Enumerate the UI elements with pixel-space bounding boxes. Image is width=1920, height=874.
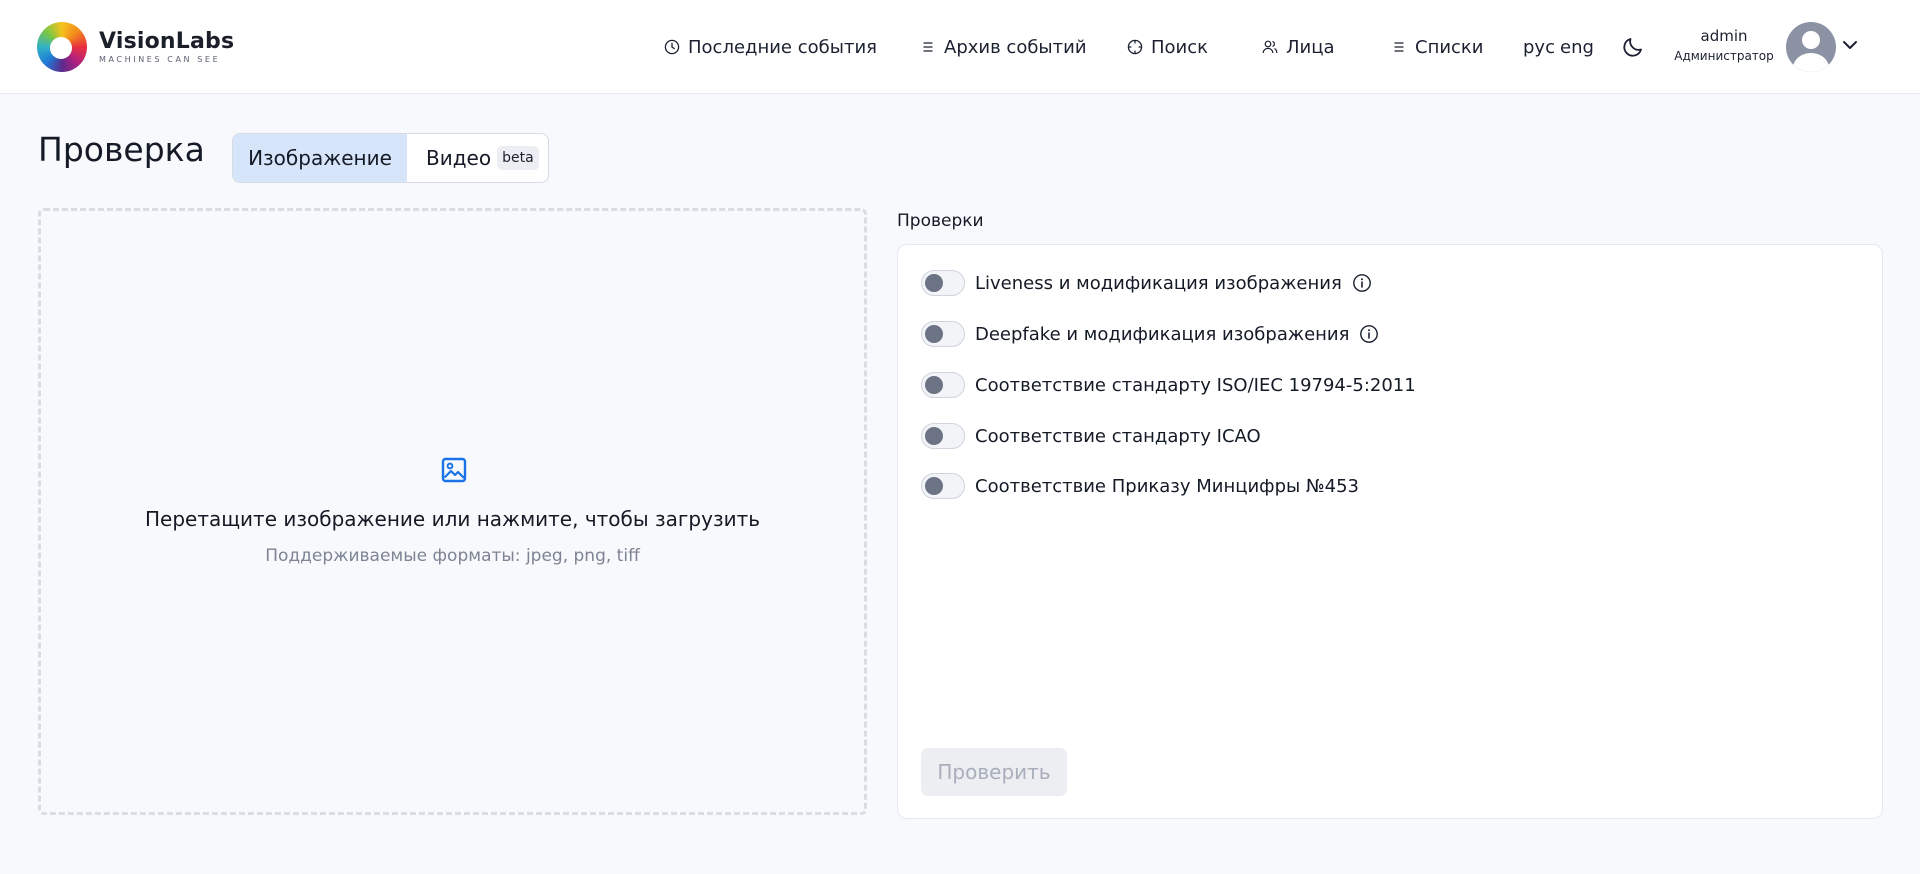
icao-toggle[interactable] xyxy=(921,423,965,449)
logo-mark-icon xyxy=(37,22,87,72)
info-icon[interactable] xyxy=(1352,273,1372,293)
tab-video[interactable]: Видео beta xyxy=(407,134,548,182)
crosshair-icon xyxy=(1127,39,1143,55)
users-icon xyxy=(1262,40,1278,54)
visionlabs-logo[interactable]: VisionLabs MACHINES CAN SEE xyxy=(37,22,234,72)
check-label: Соответствие стандарту ISO/IEC 19794-5:2… xyxy=(975,374,1416,396)
nav-label: Архив событий xyxy=(944,36,1087,58)
check-deepfake[interactable]: Deepfake и модификация изображения xyxy=(921,320,1379,348)
nav-label: Последние события xyxy=(688,36,877,58)
user-name: admin xyxy=(1700,27,1748,45)
mode-tabs: Изображение Видео beta xyxy=(232,133,549,183)
checks-section-label: Проверки xyxy=(897,211,984,231)
check-mintsifry-453[interactable]: Соответствие Приказу Минцифры №453 xyxy=(921,472,1359,500)
upload-formats: Поддерживаемые форматы: jpeg, png, tiff xyxy=(265,546,640,566)
logo-tagline: MACHINES CAN SEE xyxy=(99,54,221,64)
check-liveness[interactable]: Liveness и модификация изображения xyxy=(921,269,1372,297)
user-role: Администратор xyxy=(1674,49,1774,63)
clock-icon xyxy=(664,39,680,55)
list-icon xyxy=(1394,42,1404,52)
info-icon[interactable] xyxy=(1359,324,1379,344)
iso-toggle[interactable] xyxy=(921,372,965,398)
nav-lists[interactable]: Списки xyxy=(1391,0,1484,94)
checks-panel: Liveness и модификация изображения Deepf… xyxy=(897,244,1883,819)
image-icon xyxy=(441,457,467,483)
moon-icon[interactable] xyxy=(1621,35,1645,59)
check-label: Соответствие Приказу Минцифры №453 xyxy=(975,475,1360,497)
nav-label: Лица xyxy=(1286,36,1335,58)
top-header: VisionLabs MACHINES CAN SEE Последние со… xyxy=(0,0,1920,94)
nav-label: Поиск xyxy=(1151,36,1209,58)
beta-badge: beta xyxy=(497,146,539,170)
check-label: Deepfake и модификация изображения xyxy=(975,323,1350,345)
nav-search[interactable]: Поиск xyxy=(1127,0,1208,94)
list-icon xyxy=(923,42,933,52)
tab-image[interactable]: Изображение xyxy=(233,134,407,182)
mintsifry-toggle[interactable] xyxy=(921,473,965,499)
nav-events-archive[interactable]: Архив событий xyxy=(920,0,1087,94)
chevron-down-icon[interactable] xyxy=(1840,38,1860,52)
check-label: Соответствие стандарту ICAO xyxy=(975,425,1261,447)
check-iso[interactable]: Соответствие стандарту ISO/IEC 19794-5:2… xyxy=(921,371,1416,399)
liveness-toggle[interactable] xyxy=(921,270,965,296)
lang-ru[interactable]: рус xyxy=(1523,0,1555,94)
deepfake-toggle[interactable] xyxy=(921,321,965,347)
nav-recent-events[interactable]: Последние события xyxy=(664,0,877,94)
check-icao[interactable]: Соответствие стандарту ICAO xyxy=(921,422,1261,450)
upload-title: Перетащите изображение или нажмите, чтоб… xyxy=(144,507,761,531)
page-title: Проверка xyxy=(38,130,205,169)
verify-button[interactable]: Проверить xyxy=(921,748,1067,796)
user-avatar-icon[interactable] xyxy=(1786,22,1836,72)
check-label: Liveness и модификация изображения xyxy=(975,272,1342,294)
lang-en[interactable]: eng xyxy=(1560,0,1594,94)
nav-label: Списки xyxy=(1415,36,1484,58)
nav-faces[interactable]: Лица xyxy=(1262,0,1335,94)
image-dropzone[interactable]: Перетащите изображение или нажмите, чтоб… xyxy=(38,208,867,815)
tab-label: Видео xyxy=(426,146,492,170)
logo-name: VisionLabs xyxy=(99,28,235,54)
